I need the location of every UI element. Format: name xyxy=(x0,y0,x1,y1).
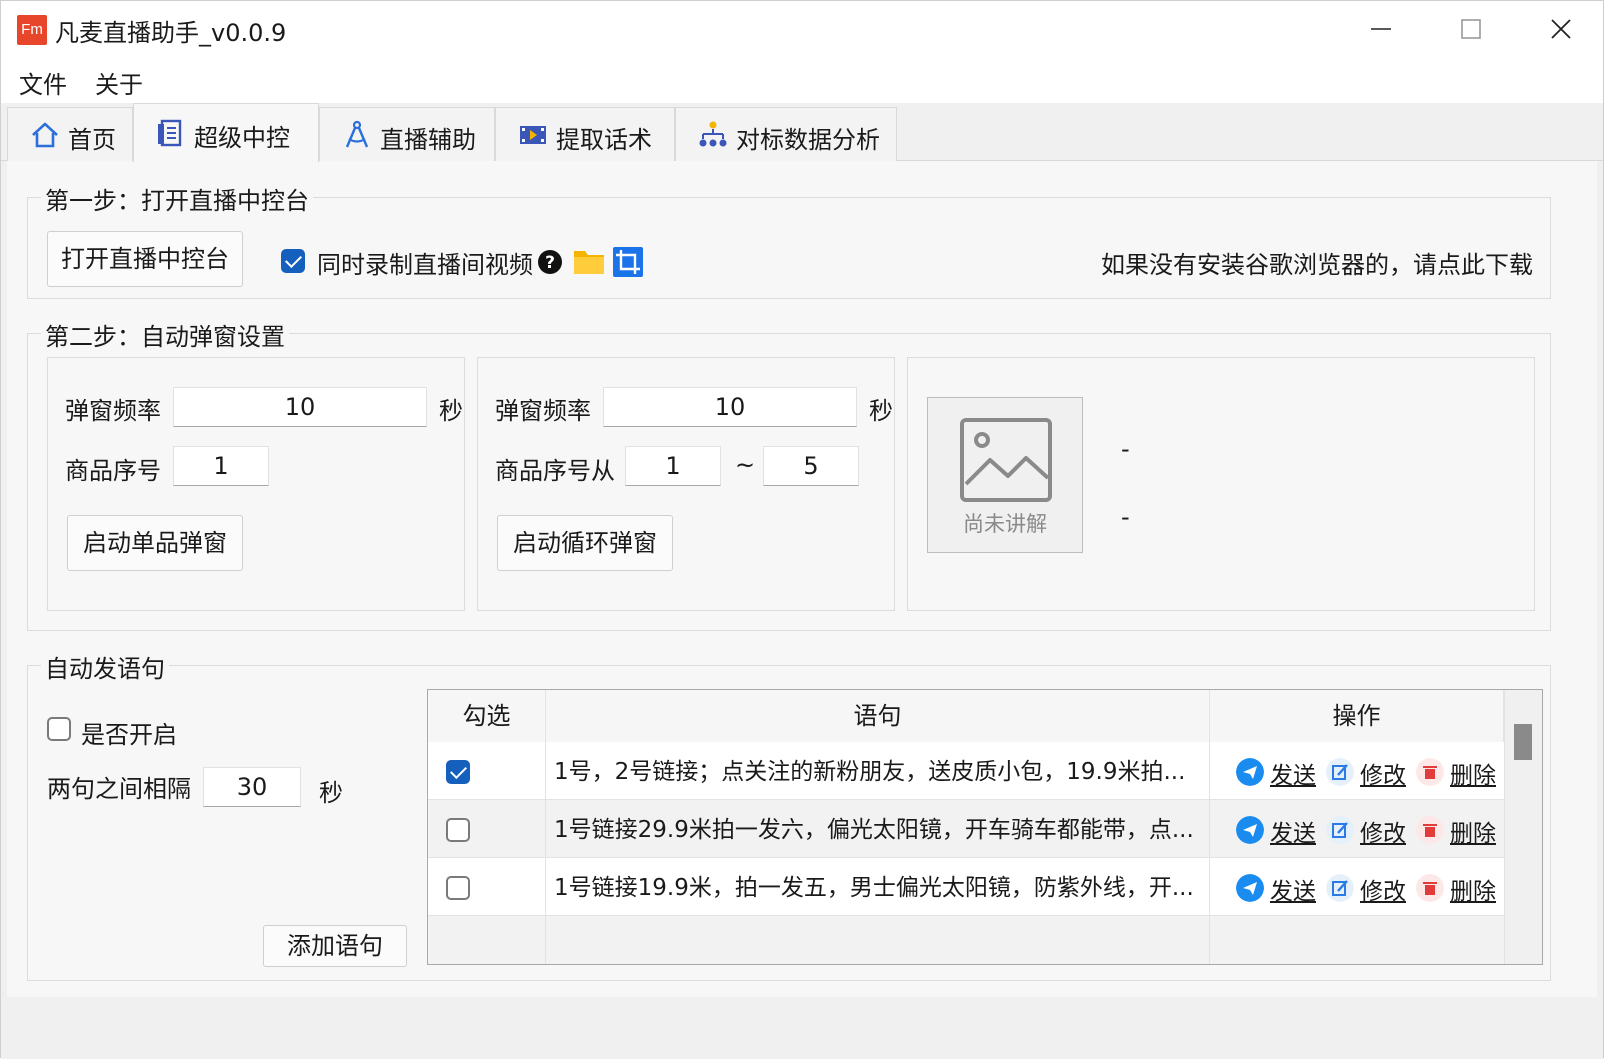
empty-row xyxy=(428,916,1504,964)
maximize-button[interactable] xyxy=(1441,9,1501,49)
compass-icon xyxy=(345,120,369,148)
edit-icon xyxy=(1326,816,1354,844)
not-explained-caption: 尚未讲解 xyxy=(963,512,1047,536)
tab-live-assist-label: 直播辅助 xyxy=(380,126,476,154)
loop-range-label: 商品序号从 xyxy=(495,457,615,485)
edit-icon xyxy=(1326,874,1354,902)
tab-super-control[interactable]: 超级中控 xyxy=(133,103,319,163)
maximize-icon xyxy=(1461,19,1481,39)
row-checkbox[interactable] xyxy=(446,818,470,842)
minimize-icon xyxy=(1371,28,1391,30)
range-tilde: ~ xyxy=(735,451,756,479)
loop-freq-input[interactable]: 10 xyxy=(603,387,857,427)
table-row[interactable]: 1号链接19.9米，拍一发五，男士偏光太阳镜，防紫外线，开... 发送 修改 删… xyxy=(428,858,1504,916)
minimize-button[interactable] xyxy=(1351,9,1411,49)
row-checkbox[interactable] xyxy=(446,876,470,900)
menu-about[interactable]: 关于 xyxy=(95,65,143,100)
film-icon xyxy=(520,126,546,144)
loop-freq-label: 弹窗频率 xyxy=(495,397,591,425)
open-console-button[interactable]: 打开直播中控台 xyxy=(47,231,243,287)
step2-title: 第二步：自动弹窗设置 xyxy=(41,317,289,352)
add-sentence-button[interactable]: 添加语句 xyxy=(263,925,407,967)
org-chart-icon xyxy=(699,121,727,147)
single-freq-input[interactable]: 10 xyxy=(173,387,427,427)
interval-input[interactable]: 30 xyxy=(203,767,301,807)
send-icon xyxy=(1236,758,1264,786)
single-freq-label: 弹窗频率 xyxy=(65,397,161,425)
row-sentence: 1号链接29.9米拍一发六，偏光太阳镜，开车骑车都能带，点... xyxy=(554,817,1194,843)
tab-super-control-label: 超级中控 xyxy=(194,124,290,152)
auto-send-title: 自动发语句 xyxy=(41,649,169,684)
crop-icon[interactable] xyxy=(613,247,643,277)
trash-icon xyxy=(1416,816,1444,844)
start-loop-popup-button[interactable]: 启动循环弹窗 xyxy=(497,515,673,571)
menu-file[interactable]: 文件 xyxy=(19,65,67,100)
send-icon xyxy=(1236,874,1264,902)
app-logo: Fm xyxy=(17,15,47,45)
header-actions[interactable]: 操作 xyxy=(1210,690,1504,742)
record-video-checkbox[interactable] xyxy=(281,249,305,273)
single-index-input[interactable]: 1 xyxy=(173,446,269,486)
single-index-label: 商品序号 xyxy=(65,457,161,485)
window-title: 凡麦直播助手_v0.0.9 xyxy=(55,19,287,47)
chrome-download-link[interactable]: 如果没有安装谷歌浏览器的，请点此下载 xyxy=(1101,245,1533,280)
table-row[interactable]: 1号，2号链接；点关注的新粉朋友，送皮质小包，19.9米拍... 发送 修改 删… xyxy=(428,742,1504,800)
preview-line2: - xyxy=(1121,503,1130,531)
loop-to-input[interactable]: 5 xyxy=(763,446,859,486)
edit-icon xyxy=(1326,758,1354,786)
start-single-popup-button[interactable]: 启动单品弹窗 xyxy=(67,515,243,571)
product-image-placeholder: 尚未讲解 xyxy=(927,397,1083,553)
tab-extract-script-label: 提取话术 xyxy=(556,126,652,154)
step1-title: 第一步：打开直播中控台 xyxy=(41,181,313,216)
row-sentence: 1号链接19.9米，拍一发五，男士偏光太阳镜，防紫外线，开... xyxy=(554,875,1194,901)
menu-bar: 文件 关于 xyxy=(1,57,1603,103)
send-icon xyxy=(1236,816,1264,844)
trash-icon xyxy=(1416,874,1444,902)
row-sentence: 1号，2号链接；点关注的新粉朋友，送皮质小包，19.9米拍... xyxy=(554,759,1186,785)
table-scrollbar[interactable] xyxy=(1504,690,1542,964)
header-sentence[interactable]: 语句 xyxy=(546,690,1210,742)
loop-from-input[interactable]: 1 xyxy=(625,446,721,486)
trash-icon xyxy=(1416,758,1444,786)
tab-home-label: 首页 xyxy=(68,126,116,154)
preview-line1: - xyxy=(1121,435,1130,463)
home-icon xyxy=(32,122,58,148)
image-placeholder-icon xyxy=(960,418,1052,502)
record-video-label: 同时录制直播间视频 xyxy=(317,251,533,279)
tab-extract-script[interactable]: 提取话术 xyxy=(495,107,675,161)
tab-bar: 首页 超级中控 直播辅助 提取话术 对标数据分析 xyxy=(1,103,1603,163)
svg-text:?: ? xyxy=(545,253,555,273)
list-doc-icon xyxy=(158,119,182,147)
scrollbar-thumb[interactable] xyxy=(1514,724,1532,760)
interval-label: 两句之间相隔 xyxy=(47,775,191,803)
table-row[interactable]: 1号链接29.9米拍一发六，偏光太阳镜，开车骑车都能带，点... 发送 修改 删… xyxy=(428,800,1504,858)
interval-unit: 秒 xyxy=(319,779,343,807)
tab-home[interactable]: 首页 xyxy=(7,107,133,161)
tab-benchmark-analysis[interactable]: 对标数据分析 xyxy=(675,107,897,161)
sentence-table: 勾选 语句 操作 1号，2号链接；点关注的新粉朋友，送皮质小包，19.9米拍..… xyxy=(427,689,1543,965)
row-checkbox[interactable] xyxy=(446,760,470,784)
title-bar: Fm 凡麦直播助手_v0.0.9 xyxy=(1,1,1603,57)
tab-live-assist[interactable]: 直播辅助 xyxy=(319,107,495,161)
tab-benchmark-analysis-label: 对标数据分析 xyxy=(736,126,880,154)
status-bar xyxy=(1,997,1603,1059)
auto-send-enable-checkbox[interactable] xyxy=(47,717,71,741)
auto-send-enable-label: 是否开启 xyxy=(81,721,177,749)
help-icon[interactable]: ? xyxy=(537,249,563,275)
header-select[interactable]: 勾选 xyxy=(428,690,546,742)
close-button[interactable] xyxy=(1531,9,1591,49)
single-freq-unit: 秒 xyxy=(439,397,463,425)
app-window: Fm 凡麦直播助手_v0.0.9 文件 关于 首页 超级中控 直播辅助 提取话术… xyxy=(0,0,1604,1059)
close-icon xyxy=(1551,19,1571,39)
folder-icon[interactable] xyxy=(573,247,605,275)
super-control-panel: 第一步：打开直播中控台 打开直播中控台 同时录制直播间视频 ? 如果没有安装谷歌… xyxy=(7,161,1597,997)
loop-freq-unit: 秒 xyxy=(869,397,893,425)
